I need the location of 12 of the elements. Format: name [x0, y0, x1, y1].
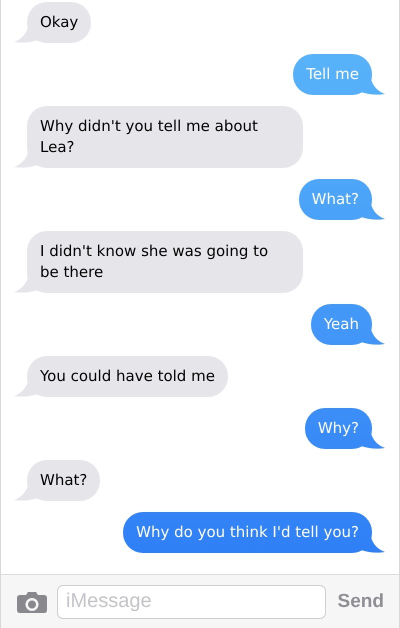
message-bubble: Why?	[304, 408, 385, 449]
message-bubble: You could have told me	[14, 356, 228, 397]
message-bubble: Yeah	[310, 304, 385, 345]
message-bubble: I didn't know she was going to be there	[14, 231, 303, 293]
message-bubble: Why do you think I'd tell you?	[123, 512, 385, 553]
message-bubble: What?	[14, 460, 100, 501]
message-bubble: What?	[298, 179, 385, 220]
message-field[interactable]: iMessage	[57, 584, 326, 618]
camera-icon[interactable]	[17, 590, 47, 612]
message-bubble: Okay	[14, 2, 92, 43]
message-bubble: Why didn't you tell me about Lea?	[14, 106, 303, 168]
message-bubble: Tell me	[293, 54, 385, 95]
